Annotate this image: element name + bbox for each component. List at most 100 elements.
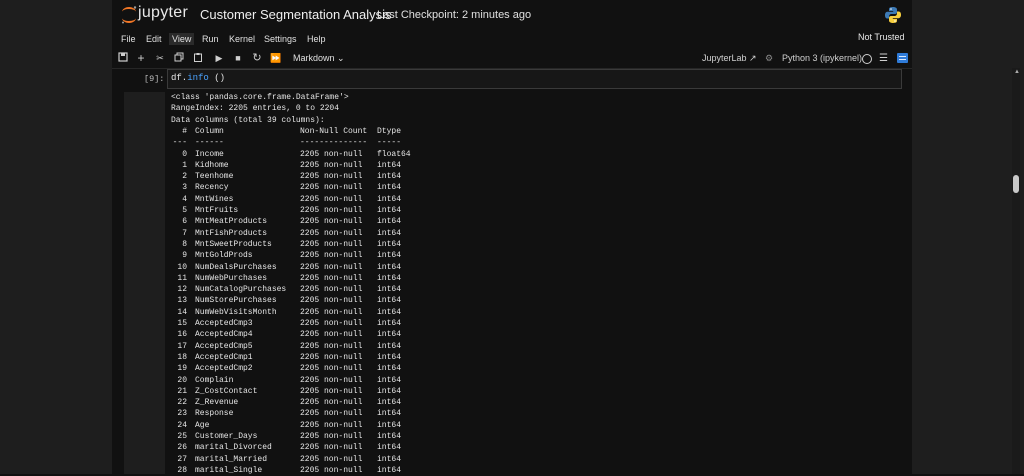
- kernel-name[interactable]: Python 3 (ipykernel): [782, 53, 862, 63]
- output-header-line: RangeIndex: 2205 entries, 0 to 2204: [171, 104, 340, 114]
- code-method: info: [187, 73, 209, 83]
- menu-file[interactable]: File: [118, 33, 139, 45]
- info-row-nn: 2205 non-null: [300, 398, 363, 408]
- output-collapser[interactable]: [124, 92, 165, 474]
- info-row-dtype: int64: [377, 217, 402, 227]
- add-cell-icon[interactable]: +: [135, 52, 147, 64]
- info-row-num: 0: [182, 149, 187, 159]
- info-row-name: Kidhome: [195, 160, 229, 170]
- cell-output: [167, 88, 900, 474]
- jupyterlab-link[interactable]: JupyterLab ↗: [702, 53, 757, 64]
- python-kernel-icon: [885, 7, 901, 23]
- info-row-num: 15: [177, 319, 187, 328]
- info-row-nn: 2205 non-null: [300, 319, 363, 328]
- info-row-nn: 2205 non-null: [300, 228, 363, 238]
- info-row-nn: 2205 non-null: [300, 420, 363, 430]
- info-row-num: 26: [177, 443, 187, 453]
- info-row-num: 8: [182, 239, 187, 249]
- info-row-name: Z_CostContact: [195, 386, 258, 396]
- info-row-dtype: int64: [377, 183, 402, 193]
- stop-icon[interactable]: ■: [232, 52, 244, 64]
- code-cell-input[interactable]: [167, 69, 902, 89]
- column-header-dtype: Dtype: [377, 126, 402, 136]
- info-row-name: MntSweetProducts: [195, 239, 272, 249]
- info-row-name: Complain: [195, 375, 234, 385]
- menu-help[interactable]: Help: [304, 33, 329, 45]
- cell-type-select[interactable]: Markdown ⌄: [293, 53, 345, 64]
- info-row-nn: 2205 non-null: [300, 206, 363, 215]
- right-margin: [912, 0, 1024, 474]
- column-header-name: Column: [195, 126, 224, 136]
- info-row-name: MntMeatProducts: [195, 217, 268, 227]
- info-row-name: AcceptedCmp2: [195, 364, 253, 374]
- run-icon[interactable]: ▶: [213, 52, 225, 64]
- info-row-name: MntFishProducts: [195, 228, 268, 238]
- menu-hamburger-icon[interactable]: ☰: [879, 53, 888, 64]
- info-row-name: AcceptedCmp1: [195, 352, 253, 362]
- trust-status[interactable]: Not Trusted: [858, 32, 905, 42]
- checkpoint-status: Last Checkpoint: 2 minutes ago: [377, 9, 532, 21]
- code-object: df.: [171, 73, 188, 83]
- info-row-name: NumDealsPurchases: [195, 262, 277, 272]
- menu-edit[interactable]: Edit: [143, 33, 165, 45]
- info-row-nn: 2205 non-null: [300, 194, 363, 204]
- info-row-dtype: int64: [377, 454, 402, 464]
- info-row-name: Age: [195, 420, 210, 430]
- scroll-up-icon[interactable]: ▲: [1014, 69, 1020, 75]
- info-row-num: 10: [177, 262, 187, 272]
- info-row-name: Z_Revenue: [195, 398, 239, 408]
- info-row-nn: 2205 non-null: [300, 432, 363, 441]
- menu-run[interactable]: Run: [199, 33, 222, 45]
- info-row-name: marital_Married: [195, 454, 268, 464]
- info-row-nn: 2205 non-null: [300, 375, 363, 385]
- info-row-dtype: float64: [377, 149, 411, 159]
- code-call: (): [208, 73, 226, 83]
- info-row-nn: 2205 non-null: [300, 217, 363, 227]
- chevron-down-icon: ⌄: [337, 53, 345, 63]
- info-row-nn: 2205 non-null: [300, 352, 363, 362]
- menu-settings[interactable]: Settings: [261, 33, 300, 45]
- info-row-dtype: int64: [377, 443, 402, 453]
- info-row-dtype: int64: [377, 420, 402, 430]
- notebook-title[interactable]: Customer Segmentation Analysis: [200, 7, 391, 22]
- info-row-num: 12: [177, 285, 187, 295]
- output-header-line: <class 'pandas.core.frame.DataFrame'>: [171, 93, 349, 102]
- info-row-num: 27: [177, 454, 187, 464]
- info-row-nn: 2205 non-null: [300, 285, 363, 295]
- gear-icon[interactable]: ⚙: [765, 53, 773, 64]
- column-separator-dtype: -----: [377, 138, 402, 148]
- scroll-thumb[interactable]: [1013, 175, 1019, 193]
- property-inspector-icon[interactable]: [897, 53, 908, 63]
- info-row-num: 13: [177, 296, 187, 306]
- column-header-nn: Non-Null Count: [300, 126, 368, 136]
- info-row-name: Customer_Days: [195, 432, 258, 441]
- info-row-num: 11: [177, 273, 187, 283]
- info-row-dtype: int64: [377, 330, 402, 340]
- info-row-num: 21: [177, 386, 187, 396]
- menu-view[interactable]: View: [169, 33, 195, 45]
- info-row-dtype: int64: [377, 262, 402, 272]
- info-row-num: 18: [177, 352, 187, 362]
- cut-icon[interactable]: ✂: [154, 52, 166, 64]
- menu-kernel[interactable]: Kernel: [226, 33, 258, 45]
- info-row-dtype: int64: [377, 228, 402, 238]
- info-row-nn: 2205 non-null: [300, 409, 363, 419]
- left-margin: [0, 0, 112, 474]
- info-row-name: MntGoldProds: [195, 251, 253, 261]
- info-row-dtype: int64: [377, 296, 402, 306]
- restart-icon[interactable]: ↻: [251, 52, 263, 64]
- info-row-num: 5: [182, 206, 187, 215]
- copy-icon[interactable]: [173, 52, 185, 64]
- scrollbar[interactable]: [1012, 68, 1020, 474]
- info-row-num: 14: [177, 307, 187, 317]
- info-row-num: 28: [177, 465, 187, 475]
- paste-icon[interactable]: [192, 52, 204, 64]
- jupyter-logo-text: jupyter: [138, 4, 189, 21]
- jupyterlab-link-label: JupyterLab: [702, 53, 747, 63]
- save-icon[interactable]: [117, 52, 129, 64]
- info-row-dtype: int64: [377, 319, 402, 328]
- fast-forward-icon[interactable]: ⏩: [270, 52, 282, 64]
- info-row-nn: 2205 non-null: [300, 149, 363, 159]
- info-row-nn: 2205 non-null: [300, 454, 363, 464]
- info-row-name: NumStorePurchases: [195, 296, 277, 306]
